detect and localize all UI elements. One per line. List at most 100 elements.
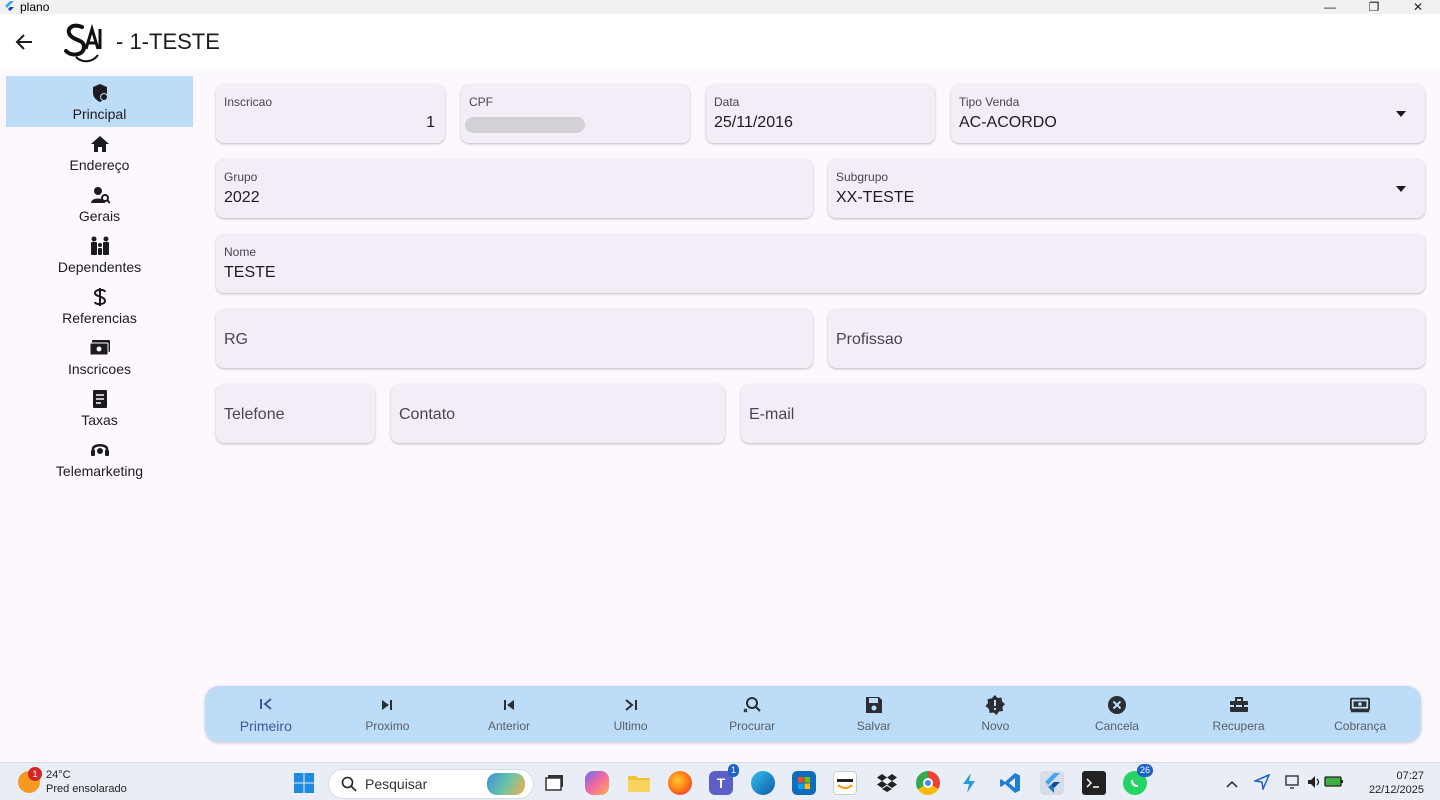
ultimo-button[interactable]: Ultimo — [570, 686, 692, 742]
cpf-field[interactable]: CPF — [461, 84, 690, 143]
back-button[interactable] — [0, 18, 48, 66]
shield-icon — [89, 82, 111, 104]
dropdown-arrow-icon — [1396, 111, 1406, 117]
novo-label: Novo — [981, 719, 1010, 733]
data-field[interactable]: Data 25/11/2016 — [706, 84, 935, 143]
profissao-field[interactable]: Profissao — [828, 309, 1425, 368]
taskbar-clock[interactable]: 07:27 22/12/2025 — [1369, 769, 1424, 797]
procurar-button[interactable]: Procurar — [691, 686, 813, 742]
sai-logo-icon — [62, 19, 106, 65]
subgrupo-label: Subgrupo — [836, 170, 889, 184]
subgrupo-dropdown[interactable]: Subgrupo XX-TESTE — [828, 159, 1425, 218]
sidebar-item-label: Endereço — [69, 156, 130, 173]
sidebar-item-dependentes[interactable]: Dependentes — [6, 229, 193, 280]
clock-time: 07:27 — [1396, 770, 1424, 782]
teams-icon[interactable]: T 1 — [709, 764, 739, 795]
data-value: 25/11/2016 — [714, 114, 793, 131]
rg-field[interactable]: RG — [216, 309, 813, 368]
file-explorer-icon[interactable] — [627, 771, 651, 795]
battery-icon[interactable] — [1324, 774, 1344, 793]
inscricao-value: 1 — [426, 114, 435, 131]
nome-value: TESTE — [224, 264, 276, 281]
window-titlebar: plano — ❐ ✕ — [0, 0, 1440, 14]
cpf-label: CPF — [469, 95, 493, 109]
anterior-label: Anterior — [487, 719, 530, 733]
edge-icon[interactable] — [751, 771, 775, 795]
copilot-icon[interactable] — [585, 771, 609, 795]
sidebar-item-endereco[interactable]: Endereço — [6, 127, 193, 178]
payment-icon — [1350, 695, 1371, 715]
telefone-field[interactable]: Telefone — [216, 384, 375, 443]
inscricao-field[interactable]: Inscricao 1 — [216, 84, 445, 143]
sidebar-item-principal[interactable]: Principal — [6, 76, 193, 127]
cancela-label: Cancela — [1094, 719, 1139, 733]
app-bar: - 1-TESTE — [0, 14, 1440, 70]
salvar-button[interactable]: Salvar — [813, 686, 935, 742]
search-icon — [742, 695, 762, 715]
chevron-up-icon[interactable] — [1226, 775, 1238, 793]
data-label: Data — [714, 95, 740, 109]
sidebar-item-label: Principal — [72, 105, 127, 122]
cobranca-button[interactable]: Cobrança — [1299, 686, 1421, 742]
action-toolbar: Primeiro Proximo Anterior Ultimo Procura… — [205, 686, 1421, 742]
page-title: - 1-TESTE — [116, 29, 220, 54]
sidebar-item-label: Taxas — [81, 411, 118, 428]
sidebar-item-referencias[interactable]: Referencias — [6, 280, 193, 331]
receipt-icon — [89, 388, 111, 410]
task-view-icon[interactable] — [543, 771, 567, 795]
cancela-button[interactable]: Cancela — [1056, 686, 1178, 742]
subgrupo-value: XX-TESTE — [836, 189, 915, 206]
flutter-logo-icon — [3, 1, 15, 13]
minimize-button[interactable]: — — [1308, 0, 1352, 14]
close-button[interactable]: ✕ — [1396, 0, 1440, 14]
procurar-label: Procurar — [729, 719, 776, 733]
firefox-icon[interactable] — [668, 771, 692, 795]
grupo-field[interactable]: Grupo 2022 — [216, 159, 813, 218]
whatsapp-badge: 26 — [1136, 764, 1153, 777]
terminal-icon[interactable] — [1082, 771, 1106, 795]
headset-icon — [89, 439, 111, 461]
vscode-icon[interactable] — [998, 771, 1022, 795]
toolbox-icon — [1229, 695, 1249, 715]
email-field[interactable]: E-mail — [741, 384, 1425, 443]
volume-icon[interactable] — [1306, 774, 1322, 795]
proximo-button[interactable]: Proximo — [327, 686, 449, 742]
novo-button[interactable]: Novo — [935, 686, 1057, 742]
sidebar-item-taxas[interactable]: Taxas — [6, 382, 193, 433]
primeiro-label: Primeiro — [239, 718, 292, 734]
home-icon — [89, 133, 111, 155]
amazon-icon[interactable] — [833, 771, 857, 795]
grupo-value: 2022 — [224, 189, 260, 206]
anterior-button[interactable]: Anterior — [448, 686, 570, 742]
cpf-redacted-value — [465, 117, 585, 133]
primeiro-button[interactable]: Primeiro — [205, 686, 327, 742]
tipo-venda-dropdown[interactable]: Tipo Venda AC-ACORDO — [951, 84, 1425, 143]
sidebar-item-label: Inscricoes — [67, 360, 132, 377]
sidebar-item-label: Dependentes — [57, 258, 142, 275]
contato-field[interactable]: Contato — [391, 384, 725, 443]
family-icon — [89, 235, 111, 257]
whatsapp-icon[interactable]: 26 — [1123, 764, 1153, 795]
sidebar-item-inscricoes[interactable]: Inscricoes — [6, 331, 193, 382]
flutter-app-icon[interactable] — [1040, 771, 1064, 795]
email-placeholder: E-mail — [749, 406, 795, 423]
window-title: plano — [20, 0, 50, 14]
chrome-icon[interactable] — [916, 771, 940, 795]
grupo-label: Grupo — [224, 170, 258, 184]
nome-label: Nome — [224, 245, 257, 259]
nome-field[interactable]: Nome TESTE — [216, 234, 1425, 293]
flash-app-icon[interactable] — [957, 771, 981, 795]
microsoft-store-icon[interactable] — [792, 771, 816, 795]
maximize-button[interactable]: ❐ — [1352, 0, 1396, 14]
sidebar-item-gerais[interactable]: Gerais — [6, 178, 193, 229]
recupera-button[interactable]: Recupera — [1178, 686, 1300, 742]
sidebar-item-label: Referencias — [62, 309, 137, 326]
network-icon[interactable] — [1284, 774, 1300, 795]
contato-placeholder: Contato — [399, 406, 456, 423]
dropbox-icon[interactable] — [875, 771, 899, 795]
location-icon[interactable] — [1252, 773, 1271, 795]
salvar-label: Salvar — [856, 719, 891, 733]
sidebar-item-telemarketing[interactable]: Telemarketing — [6, 433, 193, 484]
dollar-icon — [89, 286, 111, 308]
cancel-icon — [1107, 695, 1127, 715]
